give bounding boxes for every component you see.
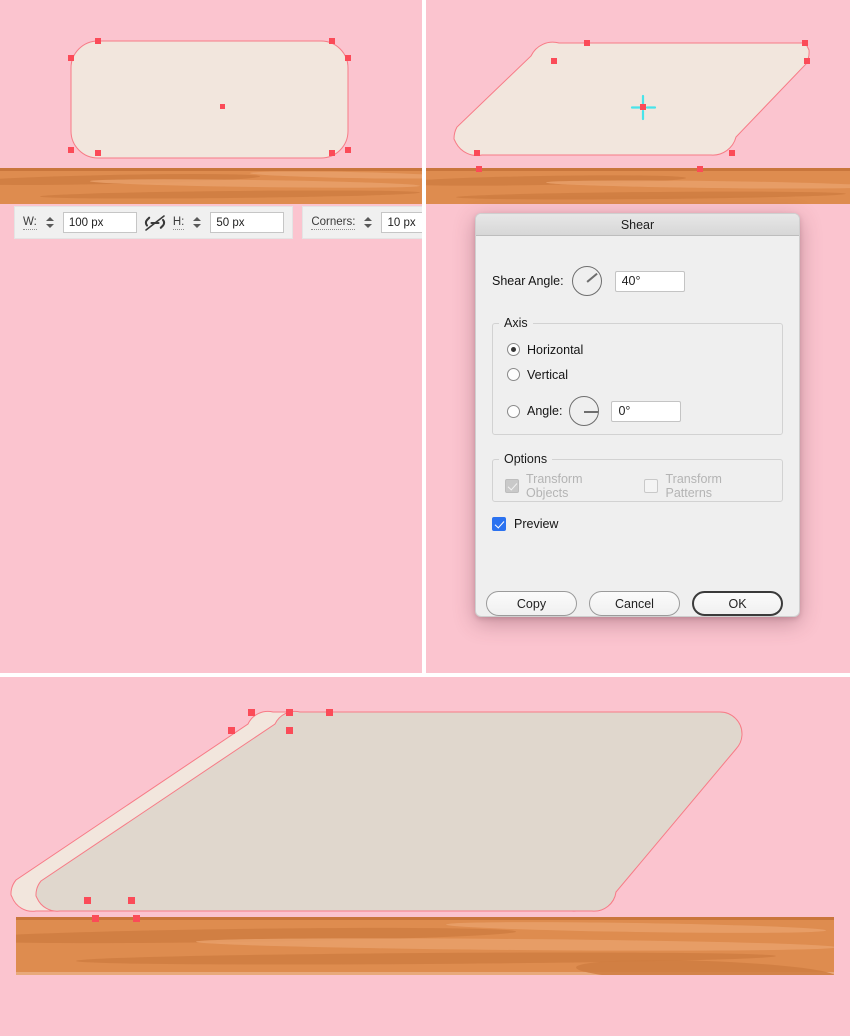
shear-angle-input[interactable]: [614, 270, 685, 292]
preview-row[interactable]: Preview: [492, 517, 783, 531]
copy-button[interactable]: Copy: [486, 591, 577, 616]
ok-button[interactable]: OK: [692, 591, 783, 616]
transform-patterns-row: Transform Patterns: [644, 472, 768, 500]
label-transform-objects: Transform Objects: [526, 472, 583, 500]
dialog-body: Shear Angle: Axis Horizontal: [476, 266, 799, 616]
stepper-up-icon[interactable]: [45, 217, 54, 221]
height-stepper[interactable]: [191, 212, 203, 234]
radio-angle[interactable]: [507, 404, 520, 418]
options-checkboxes: Transform Objects Transform Patterns: [493, 466, 782, 500]
checkbox-preview[interactable]: [492, 517, 506, 531]
label-transform-patterns: Transform Patterns: [665, 472, 722, 500]
height-label: H:: [172, 215, 185, 230]
radio-label-angle: Angle:: [527, 404, 563, 418]
screenshot-root: W: H: Cor: [0, 0, 850, 1036]
radio-row-vertical[interactable]: Vertical: [507, 362, 768, 387]
radio-horizontal[interactable]: [507, 343, 520, 356]
panel-shear-preview: Shear Shear Angle: Axis: [426, 0, 850, 673]
width-label: W:: [23, 215, 37, 230]
width-input[interactable]: [62, 212, 137, 233]
height-input[interactable]: [210, 212, 285, 233]
radio-label-horizontal: Horizontal: [527, 342, 584, 357]
transform-toolbar: W: H: Cor: [14, 206, 422, 239]
dialog-titlebar[interactable]: Shear: [476, 214, 799, 236]
shear-angle-row: Shear Angle:: [492, 266, 783, 296]
label-preview: Preview: [514, 517, 559, 531]
radio-vertical[interactable]: [507, 368, 520, 381]
stepper-down-icon[interactable]: [364, 224, 373, 228]
dialog-button-row: Copy Cancel OK: [486, 591, 783, 616]
checkbox-transform-objects: [505, 479, 519, 493]
dial-hand: [584, 411, 599, 413]
dialog-title: Shear: [620, 217, 655, 232]
size-field-group: W: H:: [14, 206, 294, 239]
axis-legend: Axis: [504, 316, 528, 330]
radio-row-angle[interactable]: Angle:: [507, 396, 768, 426]
broken-chain-icon[interactable]: [144, 213, 166, 233]
checkbox-transform-patterns: [644, 479, 659, 493]
stepper-down-icon[interactable]: [193, 224, 202, 228]
stepper-up-icon[interactable]: [193, 217, 202, 221]
options-legend: Options: [504, 452, 548, 466]
cancel-button[interactable]: Cancel: [589, 591, 680, 616]
stepper-down-icon[interactable]: [45, 224, 54, 228]
shear-angle-dial[interactable]: [571, 266, 602, 296]
panel-before-shape: W: H: Cor: [0, 0, 422, 673]
transform-objects-row: Transform Objects: [505, 472, 624, 500]
radio-row-horizontal[interactable]: Horizontal: [507, 337, 768, 362]
corners-label: Corners:: [311, 215, 356, 230]
axis-angle-dial[interactable]: [569, 396, 600, 426]
width-stepper[interactable]: [44, 212, 56, 234]
shear-dialog[interactable]: Shear Shear Angle: Axis: [475, 213, 800, 617]
corners-field-group: Corners:: [302, 206, 422, 239]
axis-angle-input[interactable]: [611, 400, 682, 422]
corners-stepper[interactable]: [362, 212, 374, 234]
rounded-rectangle-shape: [68, 38, 351, 159]
radio-label-vertical: Vertical: [527, 367, 568, 382]
corners-input[interactable]: [381, 212, 422, 233]
shear-angle-label: Shear Angle:: [492, 274, 564, 288]
dial-hand: [586, 272, 598, 283]
stepper-up-icon[interactable]: [364, 217, 373, 221]
panel-result-shape: [0, 677, 850, 1036]
axis-fieldset: Axis Horizontal Vertical Angle:: [492, 316, 783, 435]
axis-options: Horizontal Vertical Angle:: [493, 330, 782, 426]
options-fieldset: Options Transform Objects Transform Patt…: [492, 452, 783, 502]
sheared-result-shapes: [10, 709, 743, 922]
